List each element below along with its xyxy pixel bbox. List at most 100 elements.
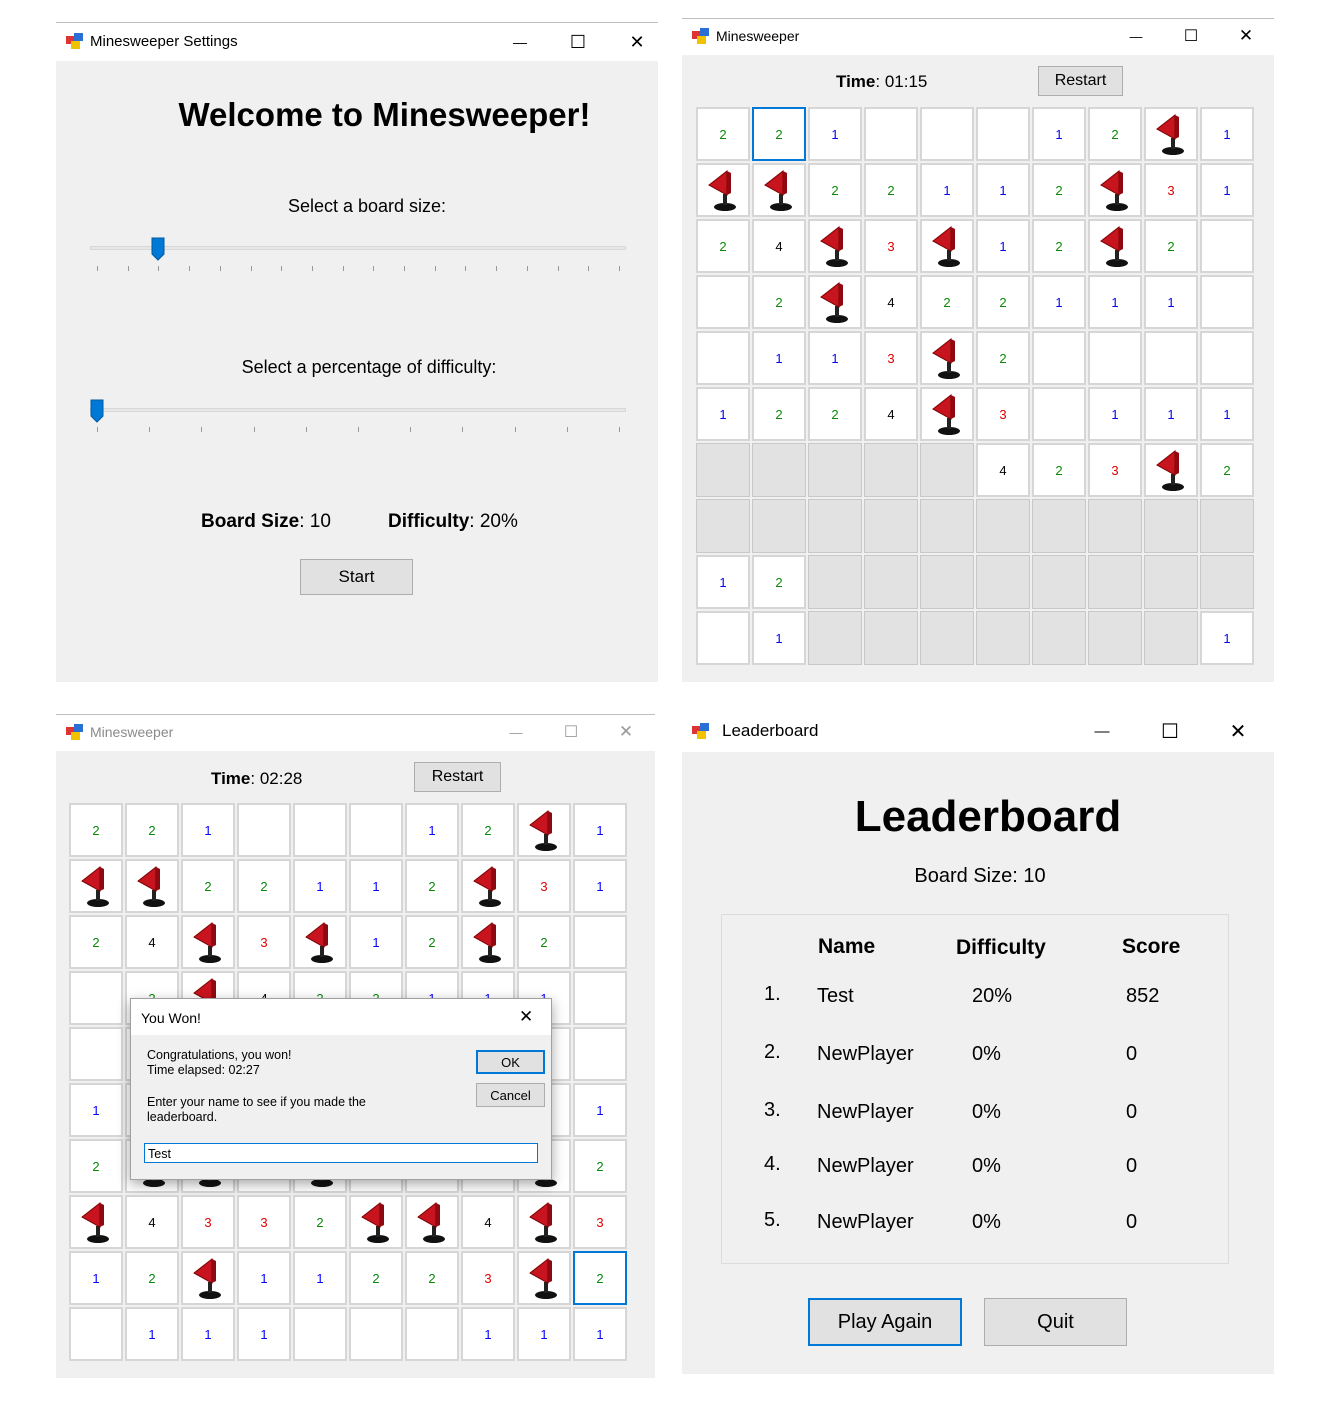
mine-cell[interactable]: 4 <box>752 219 806 273</box>
mine-cell[interactable]: 2 <box>696 219 750 273</box>
mine-cell[interactable]: 3 <box>237 1195 291 1249</box>
mine-cell[interactable]: 1 <box>349 859 403 913</box>
close-button[interactable]: ✕ <box>1216 717 1260 745</box>
mine-cell[interactable]: 3 <box>1144 163 1198 217</box>
mine-cell[interactable]: 2 <box>69 803 123 857</box>
ok-button[interactable]: OK <box>476 1050 545 1074</box>
unrevealed-cell[interactable] <box>1088 499 1142 553</box>
mine-cell[interactable]: 1 <box>69 1251 123 1305</box>
mine-cell[interactable] <box>1200 275 1254 329</box>
mine-cell[interactable] <box>69 1027 123 1081</box>
minimize-button[interactable]: — <box>494 718 538 746</box>
mine-cell[interactable]: 1 <box>293 1251 347 1305</box>
mine-cell[interactable] <box>293 1307 347 1361</box>
mine-cell[interactable]: 3 <box>517 859 571 913</box>
mine-cell[interactable]: 4 <box>864 387 918 441</box>
maximize-button[interactable]: ☐ <box>549 718 593 746</box>
mine-cell[interactable] <box>920 107 974 161</box>
flagged-cell[interactable] <box>808 275 862 329</box>
mine-cell[interactable]: 1 <box>573 1083 627 1137</box>
flagged-cell[interactable] <box>808 219 862 273</box>
mine-cell[interactable] <box>573 971 627 1025</box>
unrevealed-cell[interactable] <box>1200 555 1254 609</box>
flagged-cell[interactable] <box>293 915 347 969</box>
unrevealed-cell[interactable] <box>696 443 750 497</box>
flagged-cell[interactable] <box>920 331 974 385</box>
restart-button[interactable]: Restart <box>414 762 501 792</box>
unrevealed-cell[interactable] <box>1088 555 1142 609</box>
name-input[interactable]: Test <box>144 1143 538 1163</box>
minimize-button[interactable]: — <box>498 28 542 56</box>
mine-cell[interactable]: 1 <box>808 331 862 385</box>
mine-cell[interactable] <box>864 107 918 161</box>
flagged-cell[interactable] <box>461 859 515 913</box>
flagged-cell[interactable] <box>1144 443 1198 497</box>
mine-cell[interactable]: 1 <box>1088 275 1142 329</box>
mine-cell[interactable]: 1 <box>573 1307 627 1361</box>
mine-cell[interactable]: 1 <box>976 163 1030 217</box>
unrevealed-cell[interactable] <box>920 555 974 609</box>
mine-cell[interactable] <box>237 803 291 857</box>
flagged-cell[interactable] <box>920 219 974 273</box>
mine-cell[interactable]: 1 <box>181 803 235 857</box>
unrevealed-cell[interactable] <box>752 443 806 497</box>
difficulty-slider[interactable] <box>90 397 626 437</box>
mine-cell[interactable]: 1 <box>696 387 750 441</box>
unrevealed-cell[interactable] <box>1032 499 1086 553</box>
mine-cell[interactable]: 2 <box>405 915 459 969</box>
unrevealed-cell[interactable] <box>1032 555 1086 609</box>
mine-cell[interactable]: 4 <box>461 1195 515 1249</box>
cancel-button[interactable]: Cancel <box>476 1083 545 1107</box>
mine-cell[interactable] <box>1032 387 1086 441</box>
flagged-cell[interactable] <box>752 163 806 217</box>
unrevealed-cell[interactable] <box>808 611 862 665</box>
mine-cell[interactable] <box>69 971 123 1025</box>
mine-cell[interactable]: 1 <box>125 1307 179 1361</box>
unrevealed-cell[interactable] <box>1088 611 1142 665</box>
unrevealed-cell[interactable] <box>864 555 918 609</box>
minimize-button[interactable]: — <box>1080 717 1124 745</box>
board-size-slider[interactable] <box>90 234 626 274</box>
flagged-cell[interactable] <box>1088 163 1142 217</box>
unrevealed-cell[interactable] <box>1032 611 1086 665</box>
mine-cell[interactable]: 2 <box>405 1251 459 1305</box>
mine-cell[interactable]: 1 <box>517 1307 571 1361</box>
flagged-cell[interactable] <box>1088 219 1142 273</box>
mine-cell[interactable]: 2 <box>752 555 806 609</box>
mine-cell[interactable]: 4 <box>976 443 1030 497</box>
mine-cell[interactable] <box>293 803 347 857</box>
mine-cell[interactable]: 3 <box>1088 443 1142 497</box>
mine-cell[interactable]: 4 <box>125 915 179 969</box>
mine-cell[interactable]: 3 <box>461 1251 515 1305</box>
unrevealed-cell[interactable] <box>920 443 974 497</box>
mine-cell[interactable]: 2 <box>864 163 918 217</box>
mine-cell[interactable]: 2 <box>1032 219 1086 273</box>
mine-cell[interactable]: 4 <box>125 1195 179 1249</box>
mine-cell[interactable] <box>696 331 750 385</box>
unrevealed-cell[interactable] <box>864 443 918 497</box>
restart-button[interactable]: Restart <box>1038 66 1123 96</box>
unrevealed-cell[interactable] <box>976 555 1030 609</box>
mine-cell[interactable]: 3 <box>237 915 291 969</box>
flagged-cell[interactable] <box>696 163 750 217</box>
mine-cell[interactable] <box>573 1027 627 1081</box>
mine-cell[interactable]: 2 <box>237 859 291 913</box>
unrevealed-cell[interactable] <box>1144 555 1198 609</box>
minimize-button[interactable]: — <box>1114 22 1158 50</box>
unrevealed-cell[interactable] <box>976 611 1030 665</box>
mine-cell[interactable]: 1 <box>1144 275 1198 329</box>
close-button[interactable]: ✕ <box>604 718 648 746</box>
mine-cell[interactable]: 2 <box>1032 443 1086 497</box>
mine-cell[interactable]: 2 <box>349 1251 403 1305</box>
unrevealed-cell[interactable] <box>976 499 1030 553</box>
flagged-cell[interactable] <box>517 803 571 857</box>
mine-cell[interactable]: 2 <box>69 1139 123 1193</box>
mine-cell[interactable] <box>405 1307 459 1361</box>
mine-cell[interactable] <box>1200 331 1254 385</box>
mine-cell[interactable]: 1 <box>181 1307 235 1361</box>
flagged-cell[interactable] <box>181 1251 235 1305</box>
mine-cell[interactable]: 3 <box>976 387 1030 441</box>
mine-cell[interactable]: 1 <box>976 219 1030 273</box>
mine-cell[interactable]: 2 <box>752 275 806 329</box>
unrevealed-cell[interactable] <box>920 499 974 553</box>
